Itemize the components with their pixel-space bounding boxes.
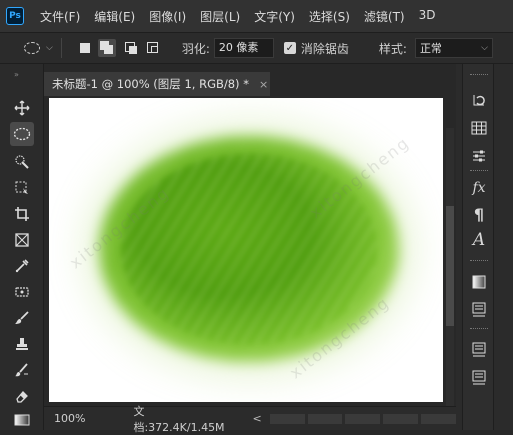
subtract-from-selection-icon[interactable] [124,41,138,55]
vertical-scrollbar-thumb[interactable] [446,206,454,326]
character-icon[interactable]: A [469,230,489,250]
channels-icon[interactable] [469,340,489,360]
options-bar: ⌵ 羽化: 20 像素 ✓ 消除锯齿 样式: 正常 ⌵ [0,32,513,64]
canvas-viewport[interactable]: xitongcheng xitongcheng xitongcheng [44,96,456,406]
frame-icon[interactable] [10,228,34,252]
panel-grip[interactable] [470,260,488,263]
elliptical-marquee-preset-icon[interactable] [24,42,40,54]
adjustments-icon[interactable] [469,146,489,166]
antialias-label: 消除锯齿 [300,41,349,56]
fx-icon[interactable]: fx [469,178,489,198]
document-tab[interactable]: 未标题-1 @ 100% (图层 1, RGB/8) * × [44,72,270,96]
eraser-icon[interactable] [10,384,34,408]
menu-image[interactable]: 图像(I) [149,8,186,25]
panel-dock: fx ¶ A [456,64,513,430]
menu-edit[interactable]: 编辑(E) [94,8,135,25]
menu-bar: Ps 文件(F) 编辑(E) 图像(I) 图层(L) 文字(Y) 选择(S) 滤… [0,0,513,32]
menu-select[interactable]: 选择(S) [309,8,350,25]
feather-input[interactable]: 20 像素 [213,38,274,58]
paragraph-icon[interactable]: ¶ [469,204,489,224]
zoom-level[interactable]: 100% [54,412,85,425]
chevron-down-icon[interactable]: ⌵ [46,43,53,53]
quick-selection-icon[interactable] [10,150,34,174]
status-menu-icon[interactable]: < [253,412,262,425]
gradient-icon[interactable] [10,408,34,432]
menu-layer[interactable]: 图层(L) [200,8,240,25]
panel-grip[interactable] [470,170,488,173]
clone-stamp-icon[interactable] [10,332,34,356]
menu-file[interactable]: 文件(F) [40,8,80,25]
photoshop-logo-icon[interactable]: Ps [6,7,24,25]
layers-icon[interactable] [469,300,489,320]
history-icon[interactable] [469,90,489,110]
menu-filter[interactable]: 滤镜(T) [364,8,405,25]
antialias-checkbox[interactable]: ✓ [283,42,296,54]
menu-3d[interactable]: 3D [419,8,436,25]
panel-grip[interactable] [470,74,488,77]
chevron-down-icon: ⌵ [481,43,488,53]
document-tab-title: 未标题-1 @ 100% (图层 1, RGB/8) * [52,77,249,91]
close-icon[interactable]: × [259,78,268,91]
elliptical-marquee-icon[interactable] [10,122,34,146]
brush-icon[interactable] [10,306,34,330]
horizontal-scrollbar[interactable] [269,413,456,424]
new-selection-icon[interactable] [78,41,92,55]
intersect-with-selection-icon[interactable] [146,41,160,55]
panel-collapse-icon[interactable]: » [14,70,19,79]
canvas[interactable]: xitongcheng xitongcheng xitongcheng [49,98,443,402]
document-area: 未标题-1 @ 100% (图层 1, RGB/8) * × xitongche… [44,64,456,434]
color-icon[interactable] [469,272,489,292]
eyedropper-icon[interactable] [10,254,34,278]
style-label: 样式: [378,41,407,56]
divider [60,38,62,58]
style-select-value: 正常 [419,42,442,55]
style-select[interactable]: 正常 ⌵ [414,38,493,58]
crop-icon[interactable] [10,202,34,226]
history-brush-icon[interactable] [10,358,34,382]
feather-label: 羽化: [181,41,210,56]
status-bar: 100% 文档:372.4K/1.45M < [44,405,456,434]
add-to-selection-icon[interactable] [97,39,116,57]
move-icon[interactable] [10,96,34,120]
paths-icon[interactable] [469,368,489,388]
tools-panel: » [0,64,44,430]
panel-grip[interactable] [470,328,488,331]
menu-items: 文件(F) 编辑(E) 图像(I) 图层(L) 文字(Y) 选择(S) 滤镜(T… [40,8,435,25]
object-selection-icon[interactable] [10,176,34,200]
healing-brush-icon[interactable] [10,280,34,304]
swatches-icon[interactable] [469,118,489,138]
menu-type[interactable]: 文字(Y) [254,8,295,25]
